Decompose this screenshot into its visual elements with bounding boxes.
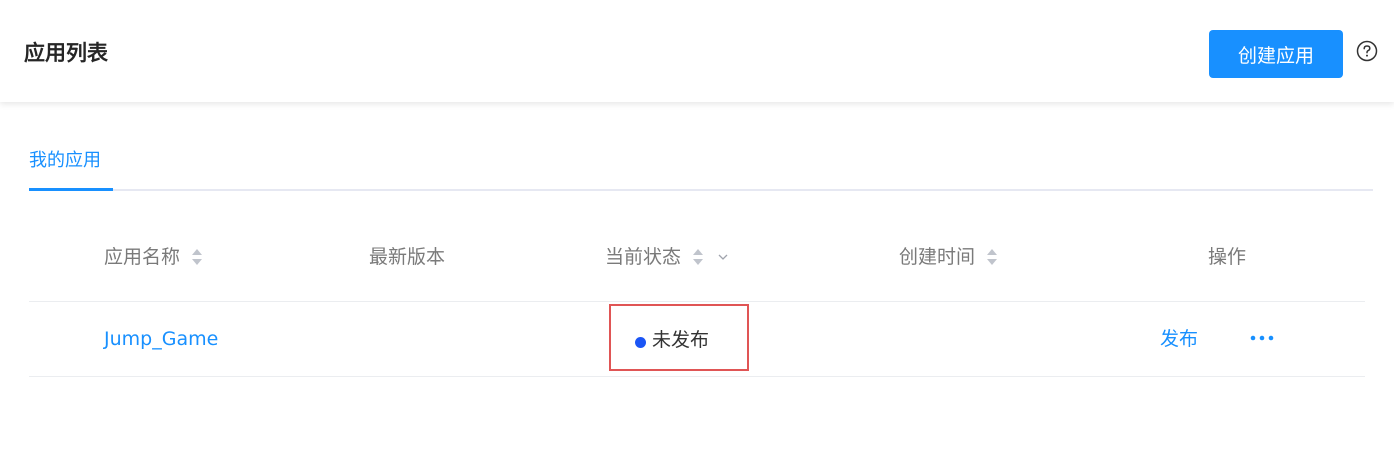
column-header-name[interactable]: 应用名称 (104, 244, 204, 270)
column-header-status[interactable]: 当前状态 (605, 244, 729, 270)
ellipsis-icon[interactable] (1248, 328, 1276, 348)
column-header-label: 应用名称 (104, 246, 181, 268)
column-header-version: 最新版本 (369, 244, 445, 270)
column-header-actions: 操作 (1208, 244, 1246, 270)
chevron-down-icon[interactable] (717, 251, 729, 263)
app-table: 应用名称 最新版本 当前状态 创建时间 操作 Jump_Game 未发布 发布 (29, 222, 1365, 377)
column-header-label: 最新版本 (369, 246, 446, 268)
sort-icon[interactable] (190, 246, 204, 268)
sort-icon[interactable] (691, 246, 705, 268)
status-highlight-box: 未发布 (609, 304, 749, 371)
column-header-label: 操作 (1208, 246, 1247, 268)
page-title: 应用列表 (24, 41, 108, 65)
sort-icon[interactable] (985, 246, 999, 268)
table-row: Jump_Game 未发布 发布 (29, 302, 1365, 377)
column-header-created[interactable]: 创建时间 (899, 244, 999, 270)
table-header: 应用名称 最新版本 当前状态 创建时间 操作 (29, 222, 1365, 302)
question-circle-icon[interactable] (1356, 40, 1378, 62)
column-header-label: 当前状态 (605, 246, 682, 268)
tab-my-apps[interactable]: 我的应用 (29, 149, 113, 191)
create-app-button[interactable]: 创建应用 (1209, 30, 1343, 78)
tab-bar: 我的应用 (29, 143, 1373, 191)
publish-link[interactable]: 发布 (1160, 326, 1198, 352)
column-header-label: 创建时间 (899, 246, 976, 268)
app-name-link[interactable]: Jump_Game (104, 326, 218, 352)
status-text: 未发布 (652, 329, 710, 351)
status-dot (635, 337, 646, 348)
page-header: 应用列表 创建应用 (0, 0, 1394, 102)
